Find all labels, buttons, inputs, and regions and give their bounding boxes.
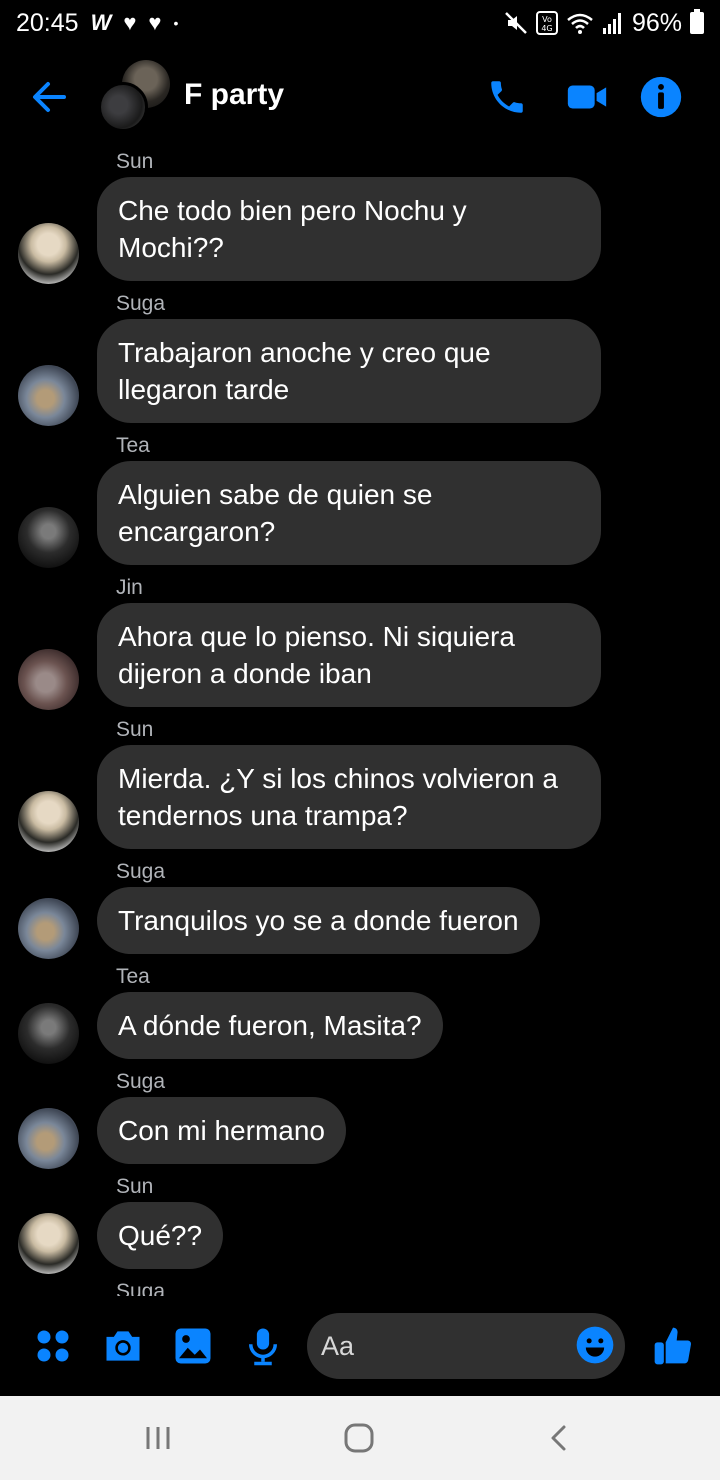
chat-header: F party	[0, 56, 720, 136]
avatar[interactable]	[18, 507, 79, 568]
heart-notification-icon: ♥	[123, 10, 137, 35]
svg-text:Vo: Vo	[542, 15, 552, 24]
sender-name: Sun	[116, 718, 154, 741]
nav-back-button[interactable]	[540, 1420, 580, 1456]
emoji-icon	[576, 1326, 614, 1364]
message-bubble[interactable]: Trabajaron anoche y creo que llegaron ta…	[97, 319, 601, 423]
camera-icon	[106, 1331, 140, 1361]
avatar[interactable]	[18, 898, 79, 959]
message-input[interactable]: Aa	[307, 1313, 625, 1379]
sender-name: Sun	[116, 1175, 154, 1198]
microphone-icon	[249, 1328, 277, 1366]
battery-icon	[690, 9, 704, 34]
avatar[interactable]	[18, 223, 79, 284]
apps-button[interactable]	[30, 1323, 76, 1369]
wattpad-notification-icon: W	[90, 10, 112, 35]
heart-notification-icon-2: ♥	[148, 10, 162, 35]
message-composer: Aa	[0, 1300, 720, 1394]
system-nav-bar	[0, 1396, 720, 1480]
volte-icon: Vo4G	[535, 11, 558, 35]
gallery-button[interactable]	[170, 1323, 216, 1369]
message-bubble[interactable]: Qué??	[97, 1202, 224, 1269]
avatar[interactable]	[18, 365, 79, 426]
sender-name: Jin	[116, 576, 143, 599]
battery-percent: 96%	[631, 8, 682, 37]
like-button[interactable]	[650, 1323, 696, 1369]
camera-button[interactable]	[100, 1323, 146, 1369]
message-input-placeholder: Aa	[321, 1331, 355, 1361]
status-right: Vo 4G 96%	[504, 9, 704, 38]
message-bubble[interactable]: A dónde fueron, Masita?	[97, 992, 443, 1059]
like-icon	[654, 1327, 692, 1365]
avatar[interactable]	[18, 791, 79, 852]
avatar[interactable]	[18, 1108, 79, 1169]
sender-name: Suga	[116, 1280, 166, 1296]
sender-name: Sun	[116, 150, 154, 173]
sender-name: Tea	[116, 965, 150, 988]
sender-name: Suga	[116, 292, 166, 315]
video-camera-icon	[567, 85, 607, 109]
status-time: 20:45	[16, 8, 79, 37]
status-left: 20:45 W ♥ ♥ •	[16, 9, 178, 38]
voice-button[interactable]	[240, 1323, 286, 1369]
recents-button[interactable]	[138, 1420, 178, 1456]
avatar[interactable]	[18, 1213, 79, 1274]
sender-name: Suga	[116, 860, 166, 883]
wifi-icon	[567, 13, 593, 34]
recents-icon	[146, 1427, 170, 1449]
apps-icon	[37, 1330, 69, 1362]
back-button[interactable]	[28, 76, 70, 118]
sender-name: Tea	[116, 434, 150, 457]
status-bar: 20:45 W ♥ ♥ • Vo 4G 96%	[0, 0, 720, 46]
home-button[interactable]	[339, 1420, 379, 1456]
home-icon	[344, 1423, 374, 1453]
phone-icon	[491, 81, 523, 113]
info-icon	[640, 76, 682, 118]
gallery-icon	[175, 1328, 211, 1364]
avatar[interactable]	[18, 1003, 79, 1064]
video-call-button[interactable]	[564, 74, 610, 120]
sender-name: Suga	[116, 1070, 166, 1093]
avatar[interactable]	[18, 649, 79, 710]
mute-icon	[505, 12, 527, 34]
message-bubble[interactable]: Ahora que lo pienso. Ni siquiera dijeron…	[97, 603, 601, 707]
group-avatar-photo-2	[98, 82, 148, 132]
back-arrow-icon	[33, 82, 66, 112]
more-notifications-dot-icon: •	[173, 15, 179, 31]
group-avatar[interactable]	[98, 60, 170, 132]
message-bubble[interactable]: Con mi hermano	[97, 1097, 346, 1164]
message-bubble[interactable]: Mierda. ¿Y si los chinos volvieron a ten…	[97, 745, 601, 849]
info-button[interactable]	[638, 74, 684, 120]
message-bubble[interactable]: Che todo bien pero Nochu y Mochi??	[97, 177, 601, 281]
message-bubble[interactable]: Alguien sabe de quien se encargaron?	[97, 461, 601, 565]
svg-text:4G: 4G	[541, 24, 552, 33]
message-bubble[interactable]: Tranquilos yo se a donde fueron	[97, 887, 540, 954]
emoji-button[interactable]	[575, 1325, 615, 1365]
signal-icon	[602, 13, 621, 34]
call-button[interactable]	[484, 74, 530, 120]
back-icon	[551, 1425, 566, 1451]
message-list[interactable]: Sun Che todo bien pero Nochu y Mochi?? S…	[0, 140, 720, 1296]
chat-title[interactable]: F party	[184, 78, 284, 112]
